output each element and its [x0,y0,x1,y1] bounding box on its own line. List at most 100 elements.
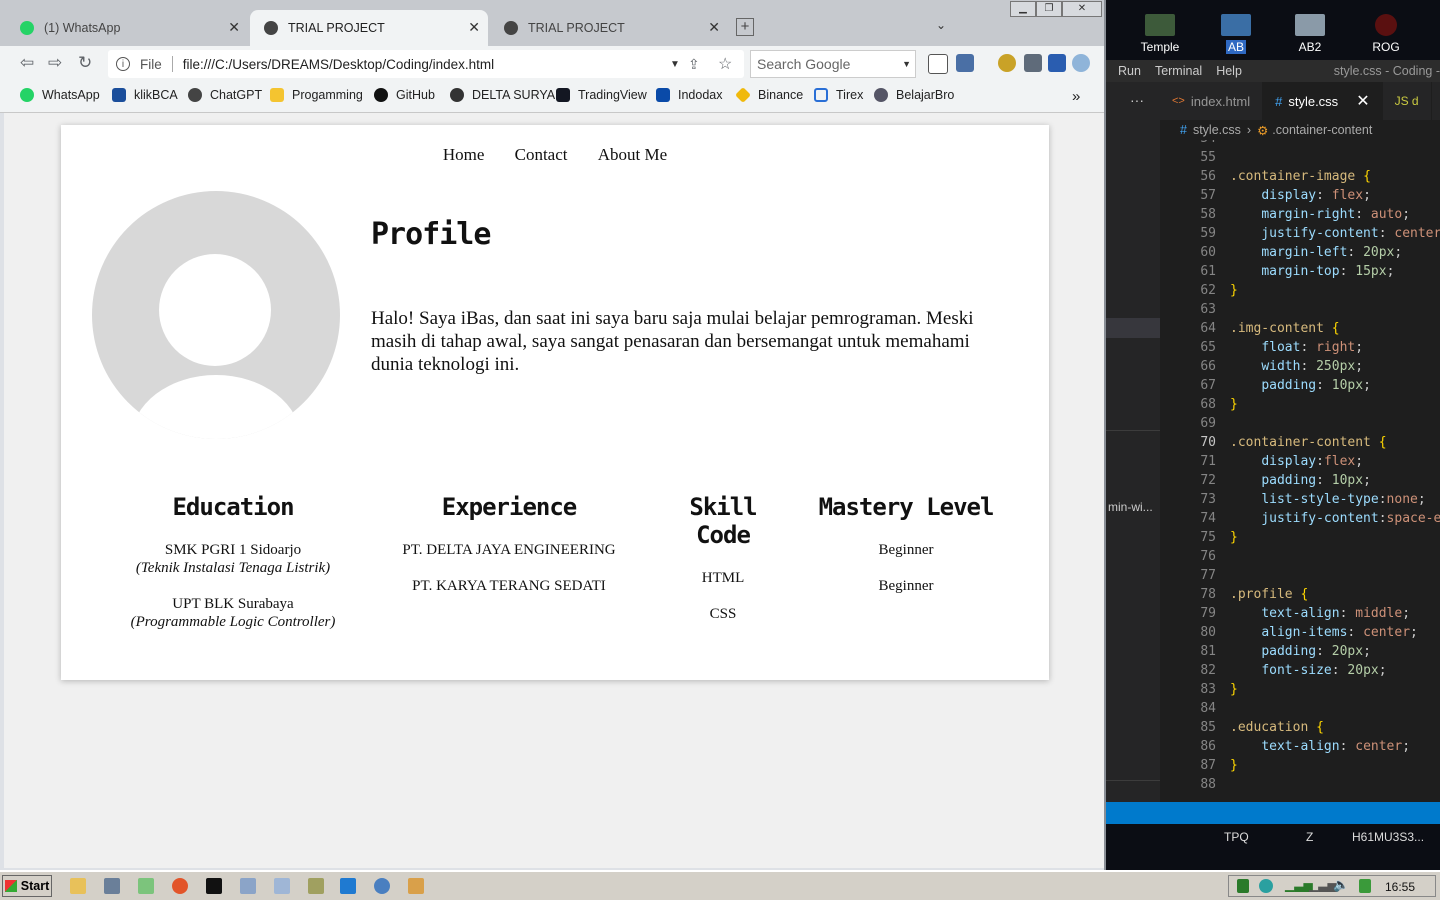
bookmark-progamming[interactable]: Progamming [270,88,363,102]
code-line[interactable]: 84 [1160,699,1440,718]
tab-style-css[interactable]: # style.css ✕ [1263,82,1383,120]
tray-network-icon[interactable] [1259,879,1273,893]
bookmark-delta-surya[interactable]: DELTA SURYA [450,88,555,102]
explorer-folder-icon[interactable] [70,878,86,894]
code-line[interactable]: 79 text-align: middle; [1160,604,1440,623]
reload-button[interactable]: ↻ [78,53,92,73]
more-actions-icon[interactable]: ··· [1130,92,1144,108]
code-line[interactable]: 81 padding: 20px; [1160,642,1440,661]
code-line[interactable]: 76 [1160,547,1440,566]
code-line[interactable]: 63 [1160,300,1440,319]
close-icon[interactable]: ✕ [228,19,240,36]
bookmark-tradingview[interactable]: TradingView [556,88,647,102]
code-line[interactable]: 82 font-size: 20px; [1160,661,1440,680]
nav-about-me-link[interactable]: About Me [598,145,667,164]
breadcrumb-file[interactable]: style.css [1193,123,1241,137]
bookmark-whatsapp[interactable]: WhatsApp [20,88,100,102]
code-line[interactable]: 61 margin-top: 15px; [1160,262,1440,281]
code-line[interactable]: 69 [1160,414,1440,433]
code-line[interactable]: 65 float: right; [1160,338,1440,357]
tab-index-html[interactable]: <> index.html [1160,82,1264,120]
tab-js-file[interactable]: JS d [1383,82,1432,120]
bookmark-belajarbro[interactable]: BelajarBro [874,88,954,102]
code-line[interactable]: 75} [1160,528,1440,547]
caret-down-icon[interactable]: ▼ [902,59,911,69]
nav-contact-link[interactable]: Contact [515,145,568,164]
browser-tab-trial-project-active[interactable]: TRIAL PROJECT ✕ [250,10,488,46]
desktop-icon-temple[interactable]: Temple [1128,14,1192,54]
code-line[interactable]: 83} [1160,680,1440,699]
code-editor[interactable]: 54 55 56 .container-image {57 display: flex… [1160,140,1440,802]
close-icon[interactable]: ✕ [468,19,480,36]
bookmark-binance[interactable]: Binance [735,87,803,103]
start-button[interactable]: Start [2,875,52,897]
share-icon[interactable]: ⇪ [688,56,700,73]
tab-search-chevron-icon[interactable]: ⌄ [936,18,946,32]
maximize-button[interactable]: ❐ [1036,1,1062,17]
code-line[interactable]: 77 [1160,566,1440,585]
puzzle-icon[interactable] [1024,54,1042,72]
code-line[interactable]: 87} [1160,756,1440,775]
code-line[interactable]: 71 display:flex; [1160,452,1440,471]
translate-icon[interactable] [956,54,974,72]
app-icon[interactable] [408,878,424,894]
code-line[interactable]: 72 padding: 10px; [1160,471,1440,490]
desktop-icon-ab[interactable]: AB [1204,14,1268,54]
code-line[interactable]: 54 [1160,140,1440,148]
desktop-item-tpq[interactable]: TPQ [1224,830,1249,844]
code-line[interactable]: 85 .education { [1160,718,1440,737]
code-line[interactable]: 67 padding: 10px; [1160,376,1440,395]
code-line[interactable]: 57 display: flex; [1160,186,1440,205]
more-bookmarks-chevron-icon[interactable]: » [1072,88,1080,105]
forward-button[interactable]: ⇨ [48,53,62,73]
minimize-button[interactable]: ▁ [1010,1,1036,17]
close-icon[interactable]: ✕ [1356,91,1369,111]
code-line[interactable]: 78 .profile { [1160,585,1440,604]
code-line[interactable]: 56 .container-image { [1160,167,1440,186]
info-icon[interactable]: i [116,57,130,71]
browser-icon[interactable] [374,878,390,894]
desktop-item-h61[interactable]: H61MU3S3... [1352,830,1424,844]
new-tab-button[interactable]: + [736,18,754,36]
code-line[interactable]: 59 justify-content: center; [1160,224,1440,243]
document-icon[interactable] [240,878,256,894]
code-line[interactable]: 86 text-align: center; [1160,737,1440,756]
notepad-icon[interactable] [274,878,290,894]
back-button[interactable]: ⇦ [20,53,34,73]
editor-icon[interactable] [308,878,324,894]
code-line[interactable]: 68} [1160,395,1440,414]
bookmark-klikbca[interactable]: klikBCA [112,88,178,102]
breadcrumb-symbol[interactable]: .container-content [1272,123,1372,137]
vscode-icon[interactable] [340,878,356,894]
code-line[interactable]: 60 margin-left: 20px; [1160,243,1440,262]
download-icon[interactable] [1048,54,1066,72]
search-google-box[interactable]: Search Google ▼ [750,50,916,78]
code-line[interactable]: 55 [1160,148,1440,167]
tray-app-icon[interactable] [1237,879,1249,893]
code-line[interactable]: 88 [1160,775,1440,794]
code-line[interactable]: 73 list-style-type:none; [1160,490,1440,509]
files-icon[interactable] [138,878,154,894]
code-line[interactable]: 64 .img-content { [1160,319,1440,338]
address-bar[interactable]: i File file:///C:/Users/DREAMS/Desktop/C… [108,50,744,78]
window-close-button[interactable]: ✕ [1062,1,1102,17]
desktop-icon-ab2[interactable]: AB2 [1278,14,1342,54]
reader-mode-icon[interactable] [928,54,948,74]
code-line[interactable]: 80 align-items: center; [1160,623,1440,642]
battery-icon[interactable] [1359,879,1371,893]
caret-down-icon[interactable]: ▼ [670,59,680,70]
menu-terminal[interactable]: Terminal [1155,64,1202,78]
profile-icon[interactable] [1072,54,1090,72]
bookmark-star-icon[interactable]: ☆ [718,54,732,74]
my-computer-icon[interactable] [104,878,120,894]
browser-tab-whatsapp[interactable]: (1) WhatsApp ✕ [6,10,248,46]
menu-help[interactable]: Help [1216,64,1242,78]
browser-tab-trial-project[interactable]: TRIAL PROJECT ✕ [490,10,728,46]
extension-icon[interactable] [998,54,1016,72]
nav-home-link[interactable]: Home [443,145,485,164]
clock[interactable]: 16:55 [1385,880,1415,894]
desktop-icon-rog[interactable]: ROG [1354,14,1418,54]
menu-run[interactable]: Run [1118,64,1141,78]
firefox-icon[interactable] [172,878,188,894]
bookmark-chatgpt[interactable]: ChatGPT [188,88,262,102]
